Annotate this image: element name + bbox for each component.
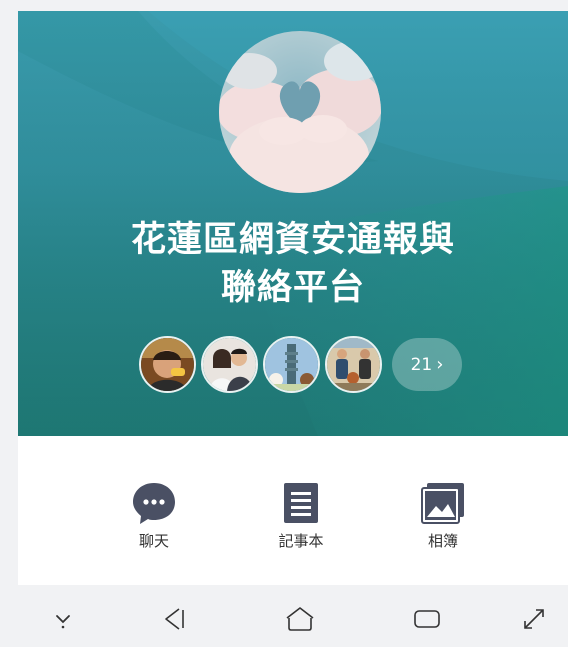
cloud-heart-photo-icon	[219, 31, 381, 193]
group-name-line-2: 聯絡平台	[220, 268, 365, 308]
album-button[interactable]: 相簿	[393, 480, 493, 551]
notes-button[interactable]: 記事本	[251, 480, 351, 551]
expand-icon[interactable]	[514, 599, 554, 639]
member-avatar[interactable]	[325, 336, 382, 393]
group-action-row: 聊天 記事本 相簿	[18, 436, 568, 585]
member-photo-tower-icon	[265, 338, 318, 391]
group-name-line-1: 花蓮區網資安通報與	[130, 220, 455, 260]
album-icon	[393, 480, 493, 525]
member-avatars: 21 ›	[139, 336, 469, 393]
member-count: 21	[410, 355, 433, 375]
line-group-profile-screen: 花蓮區網資安通報與 聯絡平台 21 › 聊天 記事本 相簿	[0, 0, 568, 647]
member-photo-man-icon	[141, 338, 194, 391]
group-cover: 花蓮區網資安通報與 聯絡平台 21 ›	[18, 11, 568, 436]
chat-button[interactable]: 聊天	[104, 480, 204, 551]
group-avatar[interactable]	[219, 31, 381, 193]
member-photo-group-icon	[327, 338, 380, 391]
home-icon[interactable]	[280, 599, 320, 639]
notes-icon	[251, 480, 351, 525]
chat-bubble-icon	[104, 480, 204, 525]
album-label: 相簿	[427, 532, 458, 550]
member-avatar[interactable]	[201, 336, 258, 393]
notes-label: 記事本	[278, 532, 324, 550]
chevron-right-icon: ›	[436, 354, 444, 375]
member-avatar[interactable]	[139, 336, 196, 393]
group-name: 花蓮區網資安通報與 聯絡平台	[18, 216, 568, 312]
member-avatar[interactable]	[263, 336, 320, 393]
member-count-button[interactable]: 21 ›	[392, 338, 462, 391]
system-navigation-bar	[0, 585, 568, 647]
hide-keyboard-icon[interactable]	[43, 599, 83, 639]
chat-label: 聊天	[138, 532, 169, 550]
recents-icon[interactable]	[407, 599, 447, 639]
back-icon[interactable]	[154, 599, 194, 639]
member-photo-couple-icon	[203, 338, 256, 391]
